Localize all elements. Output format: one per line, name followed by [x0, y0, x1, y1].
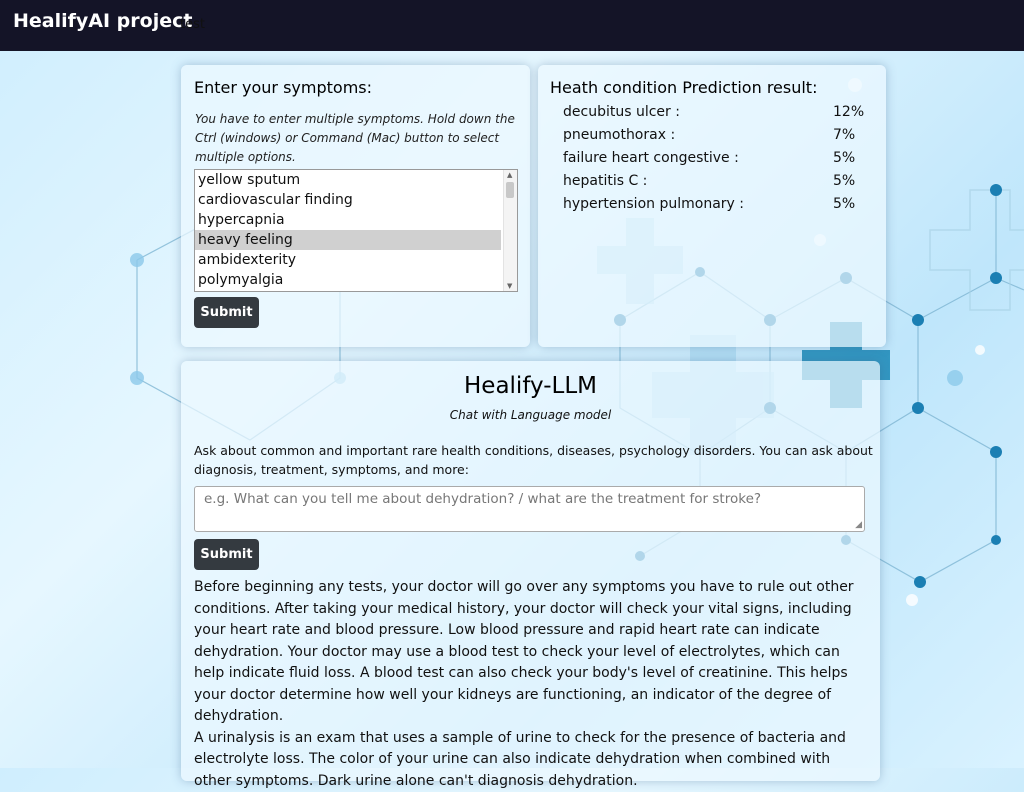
chat-input-placeholder: e.g. What can you tell me about dehydrat… [204, 491, 761, 507]
results-heading: Heath condition Prediction result: [550, 78, 817, 97]
result-row: hepatitis C : 5% [563, 173, 863, 193]
symptoms-hint: You have to enter multiple symptoms. Hol… [195, 110, 517, 167]
prediction-result-card: Heath condition Prediction result: decub… [538, 65, 886, 347]
result-condition: hypertension pulmonary : [563, 196, 744, 212]
llm-subtitle: Chat with Language model [181, 408, 880, 422]
listbox-scrollbar[interactable]: ▲ ▼ [503, 170, 517, 291]
symptom-option[interactable]: ambidexterity [195, 250, 501, 270]
result-row: pneumothorax : 7% [563, 127, 863, 147]
llm-chat-card: Healify-LLM Chat with Language model Ask… [181, 361, 880, 781]
result-percent: 5% [833, 150, 855, 166]
symptom-option[interactable]: yellow sputum [195, 170, 501, 190]
symptom-option-selected[interactable]: heavy feeling [195, 230, 501, 250]
symptom-multiselect[interactable]: yellow sputum cardiovascular finding hyp… [194, 169, 518, 292]
llm-answer: Before beginning any tests, your doctor … [194, 577, 870, 792]
result-row: decubitus ulcer : 12% [563, 104, 863, 124]
result-percent: 5% [833, 196, 855, 212]
symptom-option[interactable]: cardiovascular finding [195, 190, 501, 210]
result-row: failure heart congestive : 5% [563, 150, 863, 170]
symptom-option[interactable]: polymyalgia [195, 270, 501, 290]
symptom-input-card: Enter your symptoms: You have to enter m… [181, 65, 530, 347]
llm-description: Ask about common and important rare heal… [194, 441, 874, 479]
scrollbar-thumb[interactable] [506, 182, 514, 198]
scroll-down-arrow-icon[interactable]: ▼ [507, 282, 512, 290]
llm-title: Healify-LLM [181, 373, 880, 399]
answer-paragraph: A urinalysis is an exam that uses a samp… [194, 728, 870, 792]
symptoms-submit-button[interactable]: Submit [194, 297, 259, 328]
scroll-up-arrow-icon[interactable]: ▲ [507, 171, 512, 179]
symptom-option[interactable]: hypercapnia [195, 210, 501, 230]
result-condition: decubitus ulcer : [563, 104, 680, 120]
chat-submit-button[interactable]: Submit [194, 539, 259, 570]
result-condition: pneumothorax : [563, 127, 675, 143]
brand-title[interactable]: HealifyAI project [13, 10, 192, 32]
result-percent: 7% [833, 127, 855, 143]
result-condition: failure heart congestive : [563, 150, 739, 166]
nav-link-test[interactable]: test [180, 17, 205, 32]
result-percent: 12% [833, 104, 864, 120]
resize-grip-icon[interactable]: ◢ [855, 520, 862, 530]
result-percent: 5% [833, 173, 855, 189]
symptoms-heading: Enter your symptoms: [194, 78, 372, 97]
chat-question-input[interactable]: e.g. What can you tell me about dehydrat… [194, 486, 865, 532]
result-row: hypertension pulmonary : 5% [563, 196, 863, 216]
answer-paragraph: Before beginning any tests, your doctor … [194, 577, 870, 728]
result-condition: hepatitis C : [563, 173, 647, 189]
top-navbar: HealifyAI project test [0, 0, 1024, 51]
